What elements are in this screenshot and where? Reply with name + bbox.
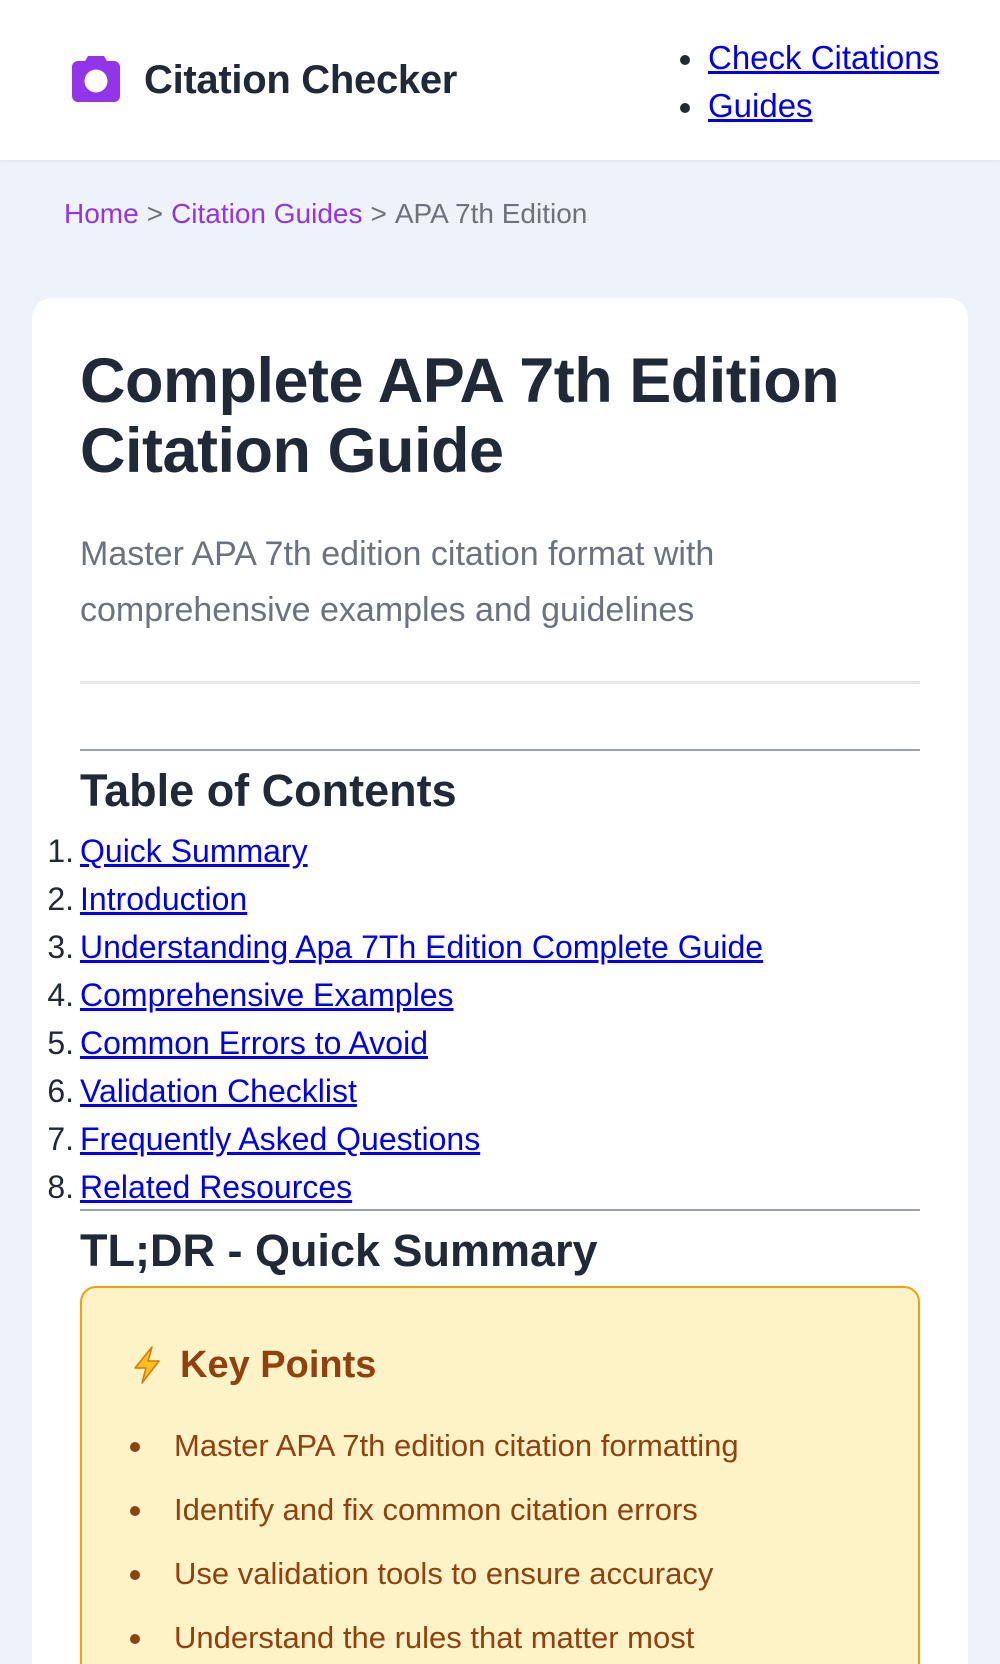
breadcrumb-home[interactable]: Home <box>64 198 139 229</box>
toc-item: 1. Quick Summary <box>47 828 763 876</box>
breadcrumb-separator: > <box>146 198 164 229</box>
divider <box>80 749 920 751</box>
toc-item: 7. Frequently Asked Questions <box>47 1116 763 1164</box>
toc-number: 7. <box>47 1121 74 1157</box>
toc-item: 8. Related Resources <box>47 1164 763 1212</box>
breadcrumb: Home > Citation Guides > APA 7th Edition <box>64 196 587 232</box>
main-nav: Check Citations Guides <box>676 38 939 134</box>
divider <box>80 1209 920 1211</box>
breadcrumb-current: APA 7th Edition <box>394 198 588 229</box>
lightning-icon <box>130 1345 164 1385</box>
summary-title: TL;DR - Quick Summary <box>80 1225 598 1276</box>
toc-number: 6. <box>47 1073 74 1109</box>
toc-link-quick-summary[interactable]: Quick Summary <box>80 833 308 869</box>
key-points-title: Key Points <box>130 1340 376 1390</box>
key-point: Master APA 7th edition citation formatti… <box>130 1426 739 1490</box>
toc-link-examples[interactable]: Comprehensive Examples <box>80 977 454 1013</box>
nav-link-guides[interactable]: Guides <box>708 87 813 124</box>
toc-item: 5. Common Errors to Avoid <box>47 1020 763 1068</box>
toc-link-understanding[interactable]: Understanding Apa 7Th Edition Complete G… <box>80 929 763 965</box>
key-points-label: Key Points <box>180 1344 377 1386</box>
toc-item: 2. Introduction <box>47 876 763 924</box>
nav-item-guides: Guides <box>676 86 939 134</box>
toc-number: 8. <box>47 1169 74 1205</box>
divider <box>80 681 920 684</box>
key-point: Understand the rules that matter most <box>130 1618 739 1664</box>
toc-link-common-errors[interactable]: Common Errors to Avoid <box>80 1025 428 1061</box>
toc-number: 2. <box>47 881 74 917</box>
breadcrumb-separator: > <box>370 198 387 229</box>
key-points-list: Master APA 7th edition citation formatti… <box>130 1426 739 1664</box>
site-name: Citation Checker <box>144 57 458 102</box>
toc-item: 3. Understanding Apa 7Th Edition Complete… <box>47 924 763 972</box>
nav-item-check-citations: Check Citations <box>676 38 939 86</box>
toc-title: Table of Contents <box>80 765 457 816</box>
toc-link-validation-checklist[interactable]: Validation Checklist <box>80 1073 357 1109</box>
key-point: Identify and fix common citation errors <box>130 1490 739 1554</box>
toc-link-introduction[interactable]: Introduction <box>80 881 247 917</box>
camera-icon <box>68 52 124 108</box>
toc-number: 1. <box>47 833 74 869</box>
toc-number: 3. <box>47 929 74 965</box>
toc-number: 5. <box>47 1025 74 1061</box>
site-logo[interactable]: Citation Checker <box>68 52 457 108</box>
page-subtitle: Master APA 7th edition citation format w… <box>80 535 715 629</box>
key-point: Use validation tools to ensure accuracy <box>130 1554 739 1618</box>
nav-link-check-citations[interactable]: Check Citations <box>708 39 939 76</box>
toc-number: 4. <box>47 977 74 1013</box>
page-title: Complete APA 7th Edition Citation Guide <box>80 346 840 486</box>
breadcrumb-citation-guides[interactable]: Citation Guides <box>171 198 362 229</box>
toc-item: 6. Validation Checklist <box>47 1068 763 1116</box>
toc-item: 4. Comprehensive Examples <box>47 972 763 1020</box>
site-header: Citation Checker Check Citations Guides <box>0 0 1000 160</box>
toc-link-related-resources[interactable]: Related Resources <box>80 1169 352 1205</box>
table-of-contents: 1. Quick Summary 2. Introduction 3. Underst… <box>47 828 763 1212</box>
toc-link-faq[interactable]: Frequently Asked Questions <box>80 1121 480 1157</box>
